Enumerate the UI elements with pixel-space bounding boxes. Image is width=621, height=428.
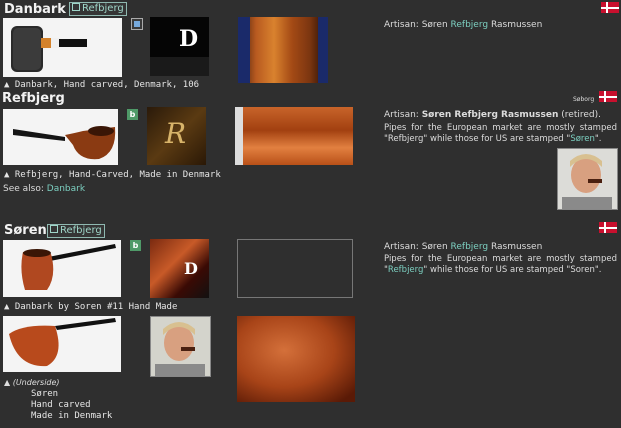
stamp-thumbnail[interactable] [237, 316, 355, 402]
badge-b-icon[interactable]: b [127, 109, 138, 120]
stamp-image [238, 17, 328, 83]
artisan-link[interactable]: Refbjerg [451, 242, 489, 252]
artisan-name: Søren Refbjerg Rasmussen [421, 110, 559, 120]
pipe-image [9, 318, 116, 367]
denmark-flag-icon [599, 91, 617, 102]
zoom-icon[interactable] [131, 18, 143, 30]
pipe-image [11, 26, 87, 72]
pipe-caption: ▲ Danbark, Hand carved, Denmark, 106 [4, 80, 200, 90]
stamp-thumbnail[interactable] [238, 17, 328, 83]
artisan-portrait [558, 149, 617, 209]
pipe-caption: ▲ Refbjerg, Hand-Carved, Made in Denmark [4, 170, 221, 180]
denmark-flag-icon [601, 2, 619, 13]
stamp-thumbnail[interactable] [235, 107, 353, 165]
artisan-line: Artisan: Søren Refbjerg Rasmussen (retir… [384, 110, 601, 120]
pipe-thumbnail[interactable] [3, 240, 121, 297]
stamp-text-block: Søren Hand carved Made in Denmark [31, 389, 112, 422]
soren-link[interactable]: Søren [570, 134, 595, 144]
stamp-image [235, 107, 243, 165]
entry-title-danbark: Danbark [4, 2, 66, 17]
artisan-link[interactable]: Refbjerg [451, 20, 489, 30]
logo-thumbnail[interactable]: R [147, 107, 206, 165]
market-description: Pipes for the European market are mostly… [384, 254, 617, 275]
entry-title-soren: Søren [4, 223, 47, 238]
badge-b-icon[interactable]: b [130, 240, 141, 251]
artisan-line: Artisan: Søren Refbjerg Rasmussen [384, 242, 543, 252]
pipe-thumbnail[interactable] [3, 18, 122, 77]
refbjerg-link[interactable]: Refbjerg [69, 2, 127, 16]
artisan-line: Artisan: Søren Refbjerg Rasmussen [384, 20, 543, 30]
external-link-icon [72, 3, 80, 11]
logo-thumbnail[interactable]: D [150, 239, 209, 298]
see-also-danbark-link[interactable]: Danbark [47, 184, 85, 194]
external-link-icon [50, 225, 58, 233]
artisan-photo[interactable] [557, 148, 618, 210]
pipe-image [21, 244, 116, 290]
d-logo-letter: D [184, 259, 198, 278]
pipe-caption: ▲ Danbark by Soren #11 Hand Made [4, 302, 178, 312]
empty-image-placeholder [237, 239, 353, 298]
stamp-line: Made in Denmark [31, 411, 113, 421]
artisan-photo[interactable] [150, 316, 211, 377]
refbjerg-link[interactable]: Refbjerg [47, 224, 105, 238]
underside-label: ▲ (Underside) [4, 378, 60, 387]
pipe-thumbnail[interactable] [3, 109, 118, 165]
refbjerg-inline-link[interactable]: Refbjerg [388, 265, 423, 275]
see-also: See also: Danbark [3, 184, 86, 194]
pipe-thumbnail[interactable] [3, 316, 121, 372]
stamp-line: Hand carved [31, 400, 91, 410]
r-logo-letter: R [165, 117, 187, 150]
artisan-portrait [151, 317, 210, 376]
denmark-flag-icon [599, 222, 617, 233]
market-description: Pipes for the European market are mostly… [384, 123, 617, 144]
d-logo-letter: D [179, 26, 199, 52]
stamp-line: Søren [31, 389, 59, 399]
entry-title-refbjerg: Refbjerg [2, 91, 65, 106]
pipe-image [13, 126, 116, 160]
location-label: Søborg [573, 96, 595, 103]
logo-thumbnail[interactable]: D [150, 17, 209, 76]
